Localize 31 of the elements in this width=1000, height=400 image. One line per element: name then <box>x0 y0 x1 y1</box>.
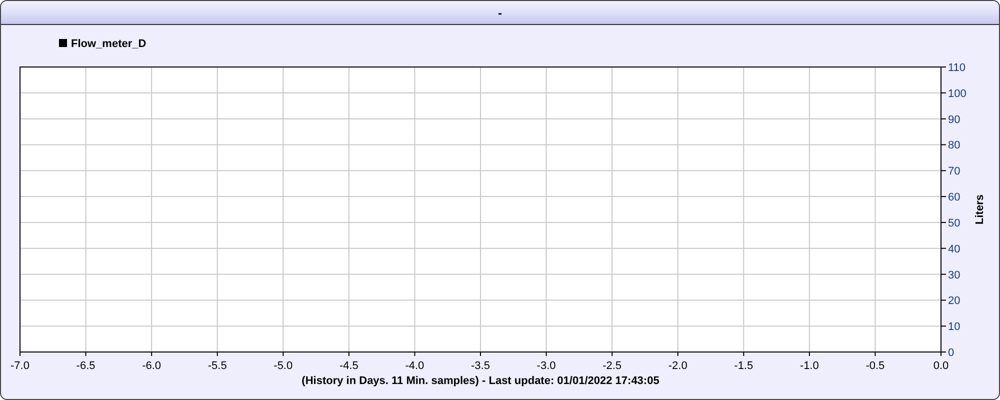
legend-label: Flow_meter_D <box>71 38 146 50</box>
x-tick-label: -6.0 <box>142 360 162 372</box>
y-tick-label: 60 <box>948 192 960 204</box>
x-tick-label: -4.0 <box>405 360 424 372</box>
x-tick-label: -3.0 <box>536 360 556 372</box>
y-tick-label: 40 <box>948 243 960 256</box>
y-axis-title: Liters <box>974 194 986 224</box>
y-tick-label: 10 <box>948 321 960 334</box>
y-tick-label: 20 <box>948 295 960 308</box>
y-tick-label: 100 <box>948 88 966 100</box>
x-tick-label: -5.0 <box>274 360 293 372</box>
x-tick-label: -3.5 <box>471 360 490 372</box>
x-tick-label: -1.0 <box>800 360 819 372</box>
x-tick-label: -1.5 <box>734 360 754 372</box>
y-tick-label: 50 <box>948 217 960 230</box>
x-tick-label: -7.0 <box>10 360 30 372</box>
x-tick-label: -4.5 <box>339 360 358 372</box>
y-tick-label: 0 <box>948 347 954 359</box>
y-tick-label: 110 <box>948 62 966 74</box>
y-tick-label: 30 <box>948 269 960 282</box>
y-tick-label: 90 <box>948 114 960 126</box>
y-tick-label: 80 <box>948 140 960 152</box>
x-tick-label: -5.5 <box>208 360 227 372</box>
x-tick-label: -2.0 <box>668 360 688 372</box>
x-axis-title: (History in Days. 11 Min. samples) - Last update: 01/01/2022 17:43:05 <box>302 375 660 387</box>
x-tick-label: -2.5 <box>602 360 622 372</box>
y-tick-label: 70 <box>948 166 960 178</box>
x-tick-label: -6.5 <box>76 360 96 372</box>
x-tick-label: 0.0 <box>933 360 949 372</box>
x-tick-label: -0.5 <box>866 360 885 372</box>
panel-title: - <box>498 6 502 20</box>
